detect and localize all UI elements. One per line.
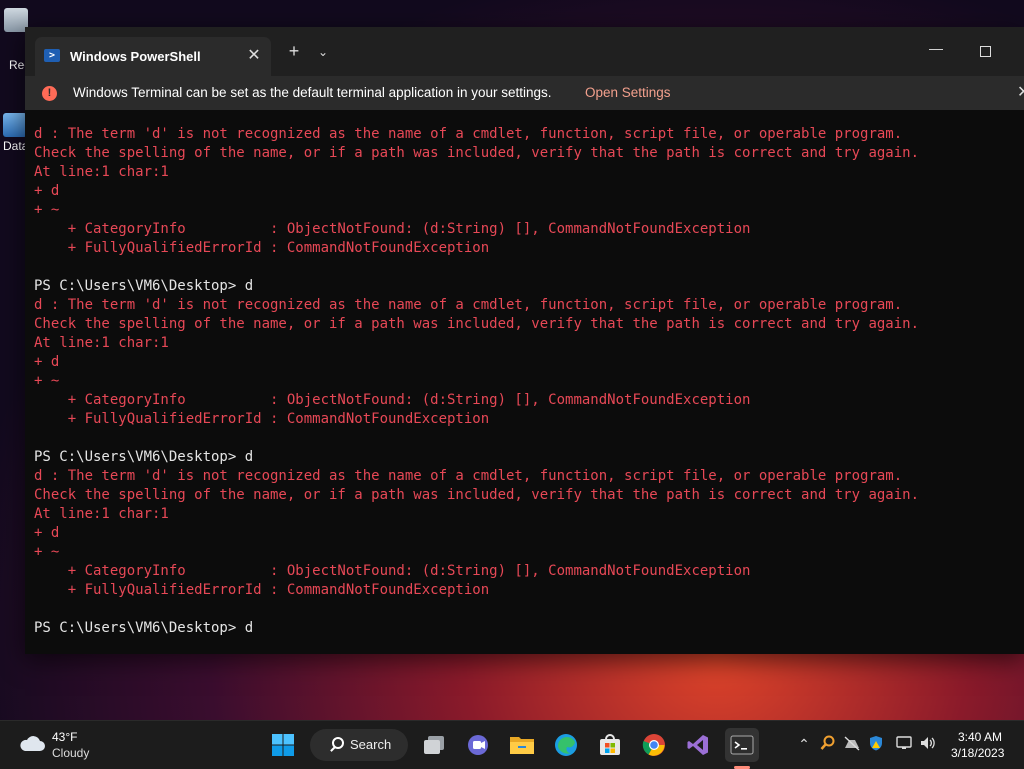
store-icon [600,734,620,755]
taskbar: 43°F Cloudy Search ⌃ 3:40 AM 3/18/2023 [0,720,1024,769]
console-prompt-line: PS C:\Users\VM6\Desktop> d [34,620,254,636]
console-error-line: At line:1 char:1 [34,164,169,180]
windows-logo-icon [272,734,294,756]
teams-icon [468,735,488,755]
console-prompt-line: PS C:\Users\VM6\Desktop> d [34,278,254,294]
console-error-line: + FullyQualifiedErrorId : CommandNotFoun… [34,411,490,427]
console-error-line: At line:1 char:1 [34,506,169,522]
maximize-icon [979,46,991,57]
console-error-line: + CategoryInfo : ObjectNotFound: (d:Stri… [34,392,751,408]
console-error-line: + ~ [34,544,60,560]
info-bar: ! Windows Terminal can be set as the def… [25,76,1024,110]
teams-chat-button[interactable] [461,728,495,762]
powershell-icon: > [44,49,60,62]
cloud-icon [20,736,45,751]
tab-bar: > Windows PowerShell ✕ + ⌄ — [25,27,1024,76]
display-tray-icon[interactable] [895,735,913,753]
console-error-line: d : The term 'd' is not recognized as th… [34,297,903,313]
console-error-line: + FullyQualifiedErrorId : CommandNotFoun… [34,582,490,598]
volume-icon[interactable] [919,735,937,753]
console-prompt-line: PS C:\Users\VM6\Desktop> d [34,449,254,465]
tab-title: Windows PowerShell [70,49,201,64]
console-error-line: + CategoryInfo : ObjectNotFound: (d:Stri… [34,563,751,579]
console-error-line: + d [34,354,60,370]
new-tab-button[interactable]: + [283,41,305,63]
console-output[interactable]: d : The term 'd' is not recognized as th… [34,125,1024,638]
console-error-line: + ~ [34,202,60,218]
minimize-button[interactable]: — [921,39,951,63]
open-settings-link[interactable]: Open Settings [585,85,671,100]
clock-date[interactable]: 3/18/2023 [951,746,1004,760]
start-button[interactable] [266,728,300,762]
terminal-window: > Windows PowerShell ✕ + ⌄ — ! Windows T… [25,27,1024,654]
maximize-button[interactable] [970,39,1000,63]
close-tab-button[interactable]: ✕ [243,45,265,67]
terminal-button[interactable] [725,728,759,762]
edge-button[interactable] [549,728,583,762]
info-icon: ! [42,86,57,101]
console-error-line: Check the spelling of the name, or if a … [34,316,920,332]
terminal-icon [730,735,754,755]
search-label: Search [350,737,392,752]
console-error-line: At line:1 char:1 [34,335,169,351]
store-button[interactable] [593,728,627,762]
chrome-button[interactable] [637,728,671,762]
console-error-line: + CategoryInfo : ObjectNotFound: (d:Stri… [34,221,751,237]
shortcut-icon [3,113,27,137]
search-box[interactable]: Search [310,729,408,761]
console-error-line: Check the spelling of the name, or if a … [34,145,920,161]
console-error-line: + ~ [34,373,60,389]
visual-studio-icon [687,735,708,755]
task-view-button[interactable] [417,728,451,762]
folder-icon [510,737,534,754]
file-explorer-button[interactable] [505,728,539,762]
visual-studio-button[interactable] [681,728,715,762]
magnifier-tray-icon[interactable] [819,735,837,753]
weather-temperature[interactable]: 43°F [52,730,77,744]
console-error-line: d : The term 'd' is not recognized as th… [34,468,903,484]
weather-condition[interactable]: Cloudy [52,746,89,760]
console-error-line: + FullyQualifiedErrorId : CommandNotFoun… [34,240,490,256]
edge-icon [555,734,577,756]
console-error-line: Check the spelling of the name, or if a … [34,487,920,503]
chevron-up-icon[interactable]: ⌃ [795,735,813,753]
chrome-icon [642,734,665,756]
clock-time[interactable]: 3:40 AM [958,730,1002,744]
network-tray-icon[interactable] [843,735,861,753]
console-error-line: + d [34,183,60,199]
tab-windows-powershell[interactable]: > Windows PowerShell ✕ [35,37,271,76]
search-icon [332,737,344,749]
console-error-line: d : The term 'd' is not recognized as th… [34,126,903,142]
info-message: Windows Terminal can be set as the defau… [73,85,552,100]
console-error-line: + d [34,525,60,541]
chevron-down-icon[interactable]: ⌄ [313,41,333,63]
security-shield-icon[interactable] [867,735,885,753]
close-infobar-button[interactable]: ✕ [1017,82,1024,102]
task-view-icon [424,736,444,754]
